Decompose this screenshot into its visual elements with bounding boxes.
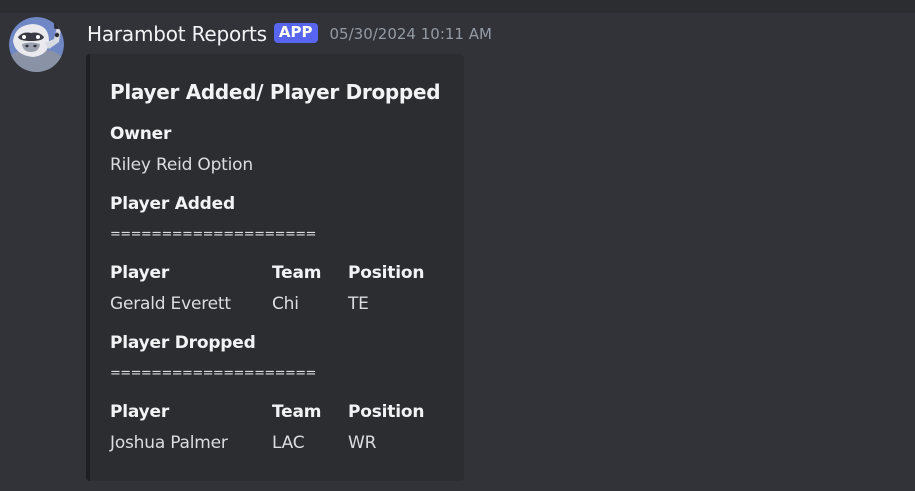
dropped-col-team: Team <box>272 402 322 422</box>
bot-avatar[interactable] <box>9 17 64 72</box>
player-dropped-label: Player Dropped <box>110 333 256 353</box>
top-band <box>0 0 915 13</box>
player-dropped-divider: ==================== <box>110 366 316 381</box>
username[interactable]: Harambot Reports <box>87 22 267 46</box>
added-col-position: Position <box>348 263 425 283</box>
player-added-divider: ==================== <box>110 227 316 242</box>
dropped-col-position: Position <box>348 402 425 422</box>
gorilla-robot-icon <box>9 17 64 72</box>
player-added-label: Player Added <box>110 194 235 214</box>
dropped-player-team: LAC <box>272 433 305 453</box>
added-col-team: Team <box>272 263 322 283</box>
owner-label: Owner <box>110 124 172 144</box>
app-badge: APP <box>273 23 318 43</box>
message-timestamp[interactable]: 05/30/2024 10:11 AM <box>330 25 492 43</box>
added-player-name: Gerald Everett <box>110 294 231 314</box>
chat-message: Harambot Reports APP 05/30/2024 10:11 AM… <box>0 13 915 491</box>
added-player-position: TE <box>348 294 369 314</box>
message-header: Harambot Reports APP 05/30/2024 10:11 AM <box>87 21 492 47</box>
dropped-col-player: Player <box>110 402 170 422</box>
added-player-team: Chi <box>272 294 299 314</box>
message-embed: Player Added/ Player Dropped Owner Riley… <box>86 54 464 481</box>
embed-title: Player Added/ Player Dropped <box>110 80 441 104</box>
owner-value: Riley Reid Option <box>110 155 253 175</box>
dropped-player-name: Joshua Palmer <box>110 433 228 453</box>
added-col-player: Player <box>110 263 170 283</box>
dropped-player-position: WR <box>348 433 377 453</box>
